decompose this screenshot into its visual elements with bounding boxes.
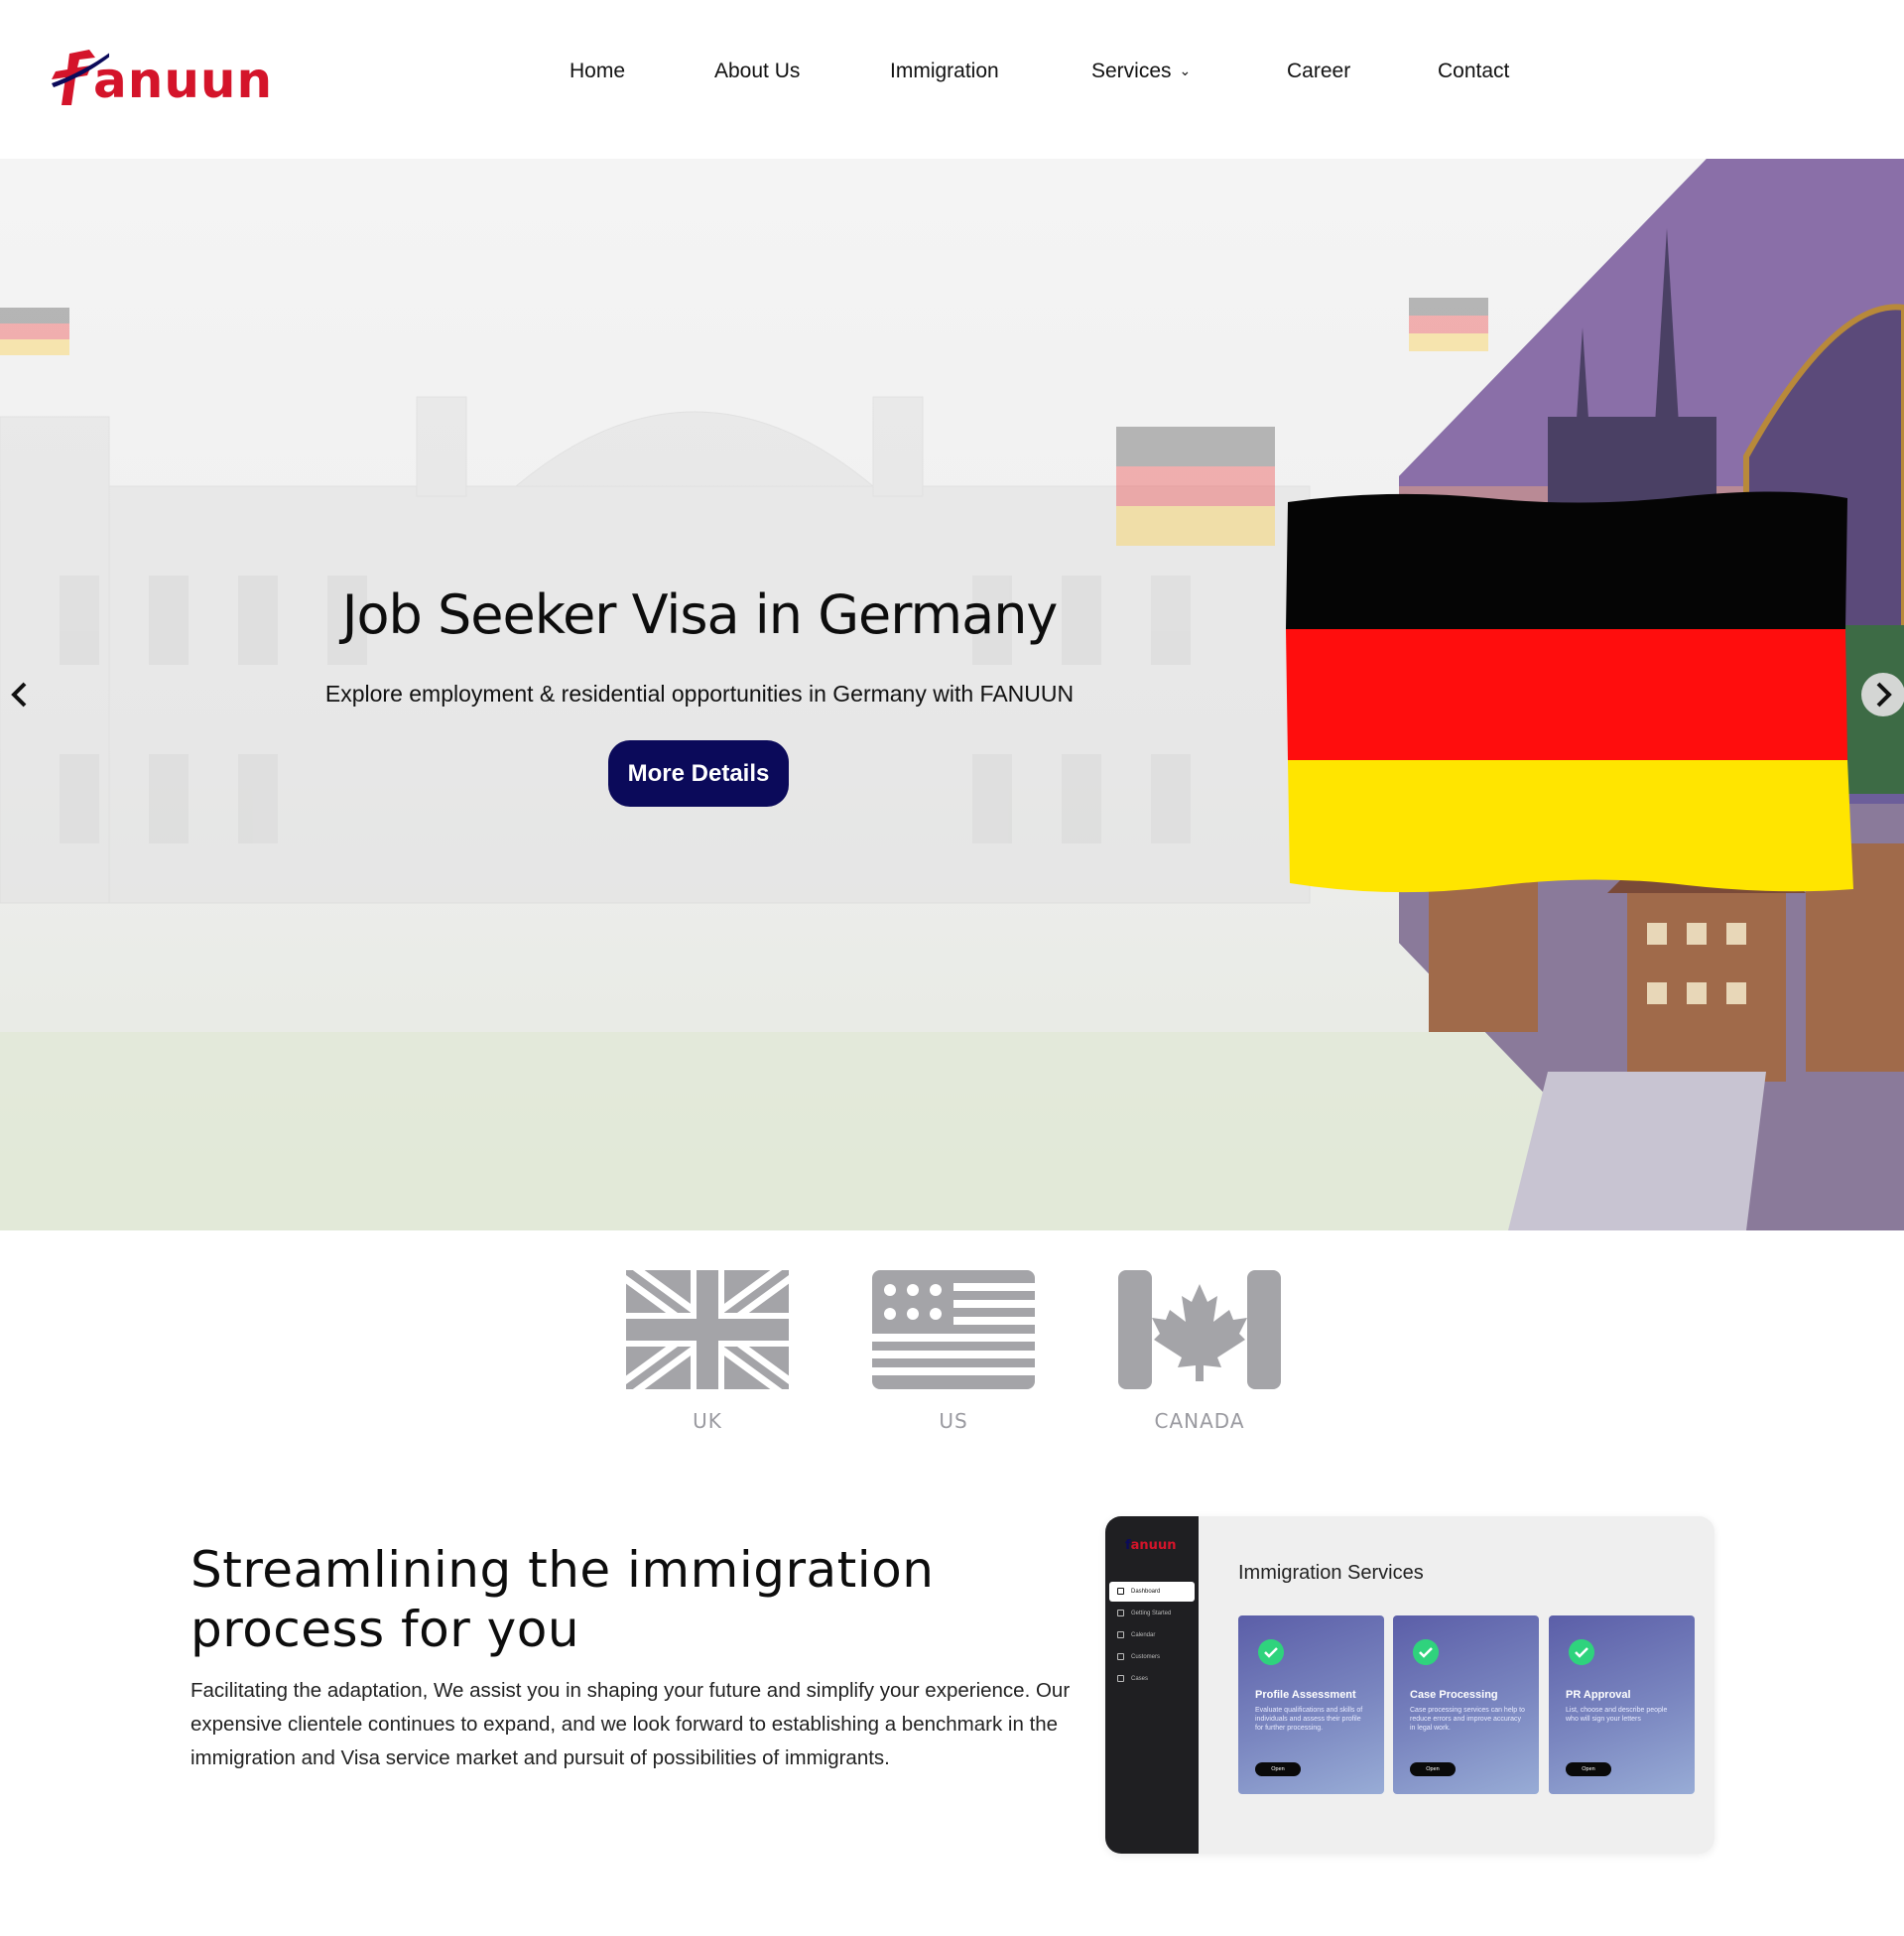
star-icon — [1117, 1610, 1124, 1616]
mock-card-case-processing: Case Processing Case processing services… — [1393, 1615, 1539, 1794]
folder-icon — [1117, 1675, 1124, 1682]
check-circle-icon — [1413, 1639, 1439, 1665]
us-flag-icon — [872, 1270, 1035, 1389]
country-canada-label: CANADA — [1154, 1409, 1245, 1433]
mock-card-profile-assessment: Profile Assessment Evaluate qualificatio… — [1238, 1615, 1384, 1794]
hero-slider: Job Seeker Visa in Germany Explore emplo… — [0, 159, 1904, 1230]
mock-card-open-button: Open — [1255, 1762, 1301, 1776]
mock-card-desc: List, choose and describe people who wil… — [1566, 1707, 1668, 1723]
nav-career[interactable]: Career — [1287, 60, 1350, 83]
main-nav: Home About Us Immigration Services ⌄ Care… — [0, 60, 1904, 99]
country-links: UK US CANADA — [0, 1270, 1904, 1439]
hero-subtitle: Explore employment & residential opportu… — [324, 681, 1075, 707]
nav-immigration[interactable]: Immigration — [890, 60, 999, 83]
about-title-line2: process for you — [190, 1601, 580, 1658]
user-icon — [1117, 1653, 1124, 1660]
about-title: Streamlining the immigration process for… — [190, 1540, 1083, 1659]
mock-card-pr-approval: PR Approval List, choose and describe pe… — [1549, 1615, 1695, 1794]
dashboard-mockup-image: fanuun Dashboard Getting Started Calenda… — [1105, 1516, 1714, 1854]
mock-nav-cases: Cases — [1109, 1669, 1195, 1689]
mock-logo: fanuun — [1125, 1538, 1177, 1553]
check-circle-icon — [1258, 1639, 1284, 1665]
mock-card-desc: Case processing services can help to red… — [1410, 1707, 1525, 1732]
about-title-line1: Streamlining the immigration — [190, 1541, 935, 1599]
chevron-left-icon — [11, 682, 27, 708]
mock-sidebar: fanuun Dashboard Getting Started Calenda… — [1105, 1516, 1199, 1854]
canada-flag-icon — [1118, 1270, 1281, 1389]
mock-card-open-button: Open — [1566, 1762, 1611, 1776]
mock-card-desc: Evaluate qualifications and skills of in… — [1255, 1707, 1363, 1732]
nav-services[interactable]: Services ⌄ — [1091, 60, 1191, 83]
country-us[interactable]: US — [872, 1270, 1035, 1439]
uk-flag-icon — [626, 1270, 789, 1389]
slider-next-button[interactable] — [1861, 673, 1904, 716]
chevron-right-icon — [1876, 682, 1892, 708]
slider-prev-button[interactable] — [0, 673, 42, 716]
more-details-button[interactable]: More Details — [608, 740, 789, 807]
mock-card-title: Case Processing — [1410, 1689, 1498, 1701]
country-uk[interactable]: UK — [626, 1270, 789, 1439]
mock-heading: Immigration Services — [1238, 1562, 1424, 1584]
nav-about-us[interactable]: About Us — [714, 60, 800, 83]
about-text: Facilitating the adaptation, We assist y… — [190, 1679, 1071, 1769]
chevron-down-icon: ⌄ — [1179, 63, 1192, 78]
home-icon — [1117, 1588, 1124, 1595]
mock-nav-customers: Customers — [1109, 1647, 1195, 1667]
mock-card-title: PR Approval — [1566, 1689, 1631, 1701]
hero-title: Job Seeker Visa in Germany — [341, 583, 1059, 646]
site-header: anuun Home About Us Immigration Services… — [0, 0, 1904, 159]
nav-contact[interactable]: Contact — [1438, 60, 1509, 83]
mock-card-title: Profile Assessment — [1255, 1689, 1356, 1701]
check-circle-icon — [1569, 1639, 1594, 1665]
mock-card-open-button: Open — [1410, 1762, 1456, 1776]
calendar-icon — [1117, 1631, 1124, 1638]
country-uk-label: UK — [693, 1409, 722, 1433]
country-us-label: US — [939, 1409, 968, 1433]
country-canada[interactable]: CANADA — [1118, 1270, 1281, 1439]
mock-nav-getting-started: Getting Started — [1109, 1604, 1195, 1623]
mock-nav-calendar: Calendar — [1109, 1625, 1195, 1645]
nav-home[interactable]: Home — [570, 60, 625, 83]
mock-nav-dashboard: Dashboard — [1109, 1582, 1195, 1602]
nav-services-label: Services — [1091, 60, 1172, 82]
